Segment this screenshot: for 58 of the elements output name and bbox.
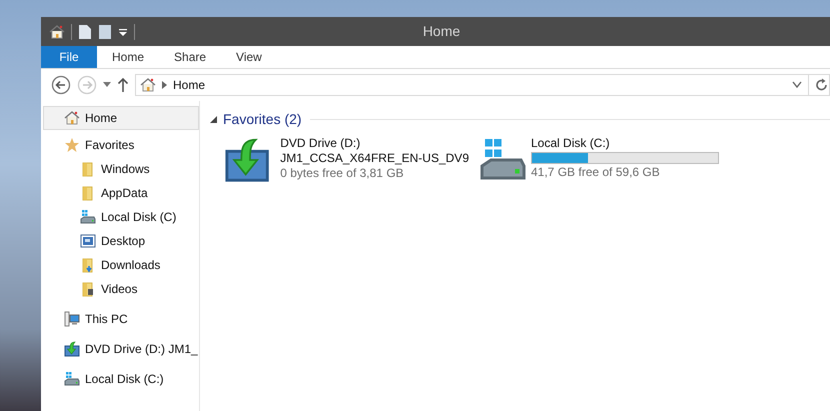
- nav-item[interactable]: Videos: [43, 277, 199, 301]
- house-icon: [64, 110, 80, 126]
- nav-item-label: Local Disk (C): [101, 209, 176, 226]
- nav-item[interactable]: Windows: [43, 157, 199, 181]
- drive-name: Local Disk (C:): [531, 136, 611, 151]
- nav-item[interactable]: Local Disk (C): [43, 205, 199, 229]
- nav-item[interactable]: DVD Drive (D:) JM1_: [43, 337, 199, 361]
- nav-item-label: Favorites: [85, 137, 134, 154]
- free-space: 0 bytes free of 3,81 GB: [280, 166, 405, 181]
- nav-item[interactable]: Favorites: [43, 133, 199, 157]
- nav-item-label: Home: [85, 110, 118, 127]
- free-space: 41,7 GB free of 59,6 GB: [531, 165, 661, 180]
- house-icon: [49, 24, 65, 40]
- nav-item-label: This PC: [85, 311, 128, 328]
- star-icon: [64, 137, 80, 153]
- collapse-icon[interactable]: [210, 116, 217, 123]
- refresh-icon[interactable]: [815, 78, 829, 92]
- nav-item[interactable]: Local Disk (C:): [43, 367, 199, 391]
- up-arrow-icon[interactable]: [117, 77, 129, 93]
- desktop-icon: [80, 233, 96, 249]
- properties-icon[interactable]: [78, 24, 92, 40]
- nav-item-label: Local Disk (C:): [85, 371, 164, 388]
- house-icon: [140, 77, 156, 93]
- drive-icon: [64, 371, 80, 387]
- ribbon-tab[interactable]: File: [41, 46, 97, 68]
- nav-item-label: Downloads: [101, 257, 160, 274]
- folder-icon[interactable]: [98, 24, 112, 40]
- caret-icon[interactable]: [103, 82, 111, 88]
- window-title: Home: [422, 22, 460, 41]
- computer-icon: [64, 311, 80, 327]
- dvd-drive-icon: [64, 341, 80, 357]
- nav-item-label: DVD Drive (D:) JM1_: [85, 341, 198, 358]
- nav-item[interactable]: Desktop: [43, 229, 199, 253]
- nav-item-label: Desktop: [101, 233, 146, 250]
- nav-item-label: Videos: [101, 281, 138, 298]
- nav-item[interactable]: Home: [43, 106, 199, 130]
- ribbon-tab[interactable]: View: [221, 46, 277, 68]
- dropdown-icon[interactable]: [792, 81, 802, 89]
- nav-item[interactable]: Downloads: [43, 253, 199, 277]
- nav-item[interactable]: This PC: [43, 307, 199, 331]
- nav-item-label: AppData: [101, 185, 148, 202]
- ribbon-tab[interactable]: Home: [97, 46, 160, 68]
- drive-icon: [80, 209, 96, 225]
- dropdown-icon[interactable]: [118, 26, 128, 36]
- breadcrumb-arrow-icon: [162, 81, 167, 89]
- drive-tile[interactable]: Local Disk (C:) 41,7 GB free of 59,6 GB: [479, 136, 719, 184]
- address-path: Home: [173, 77, 206, 94]
- nav-item[interactable]: AppData: [43, 181, 199, 205]
- back-icon[interactable]: [51, 75, 71, 95]
- volume-label: JM1_CCSA_X64FRE_EN-US_DV9: [280, 151, 469, 166]
- nav-item-label: Windows: [101, 161, 150, 178]
- ribbon-tab[interactable]: Share: [159, 46, 222, 68]
- drive-tile[interactable]: DVD Drive (D:) JM1_CCSA_X64FRE_EN-US_DV9 0 bytes free of 3,81 GB: [224, 136, 469, 184]
- drive-name: DVD Drive (D:): [280, 136, 362, 151]
- group-header[interactable]: Favorites (2): [223, 109, 302, 130]
- address-bar[interactable]: Home: [135, 74, 830, 96]
- video-folder-icon: [80, 281, 96, 297]
- dvd-drive-icon: [224, 136, 270, 184]
